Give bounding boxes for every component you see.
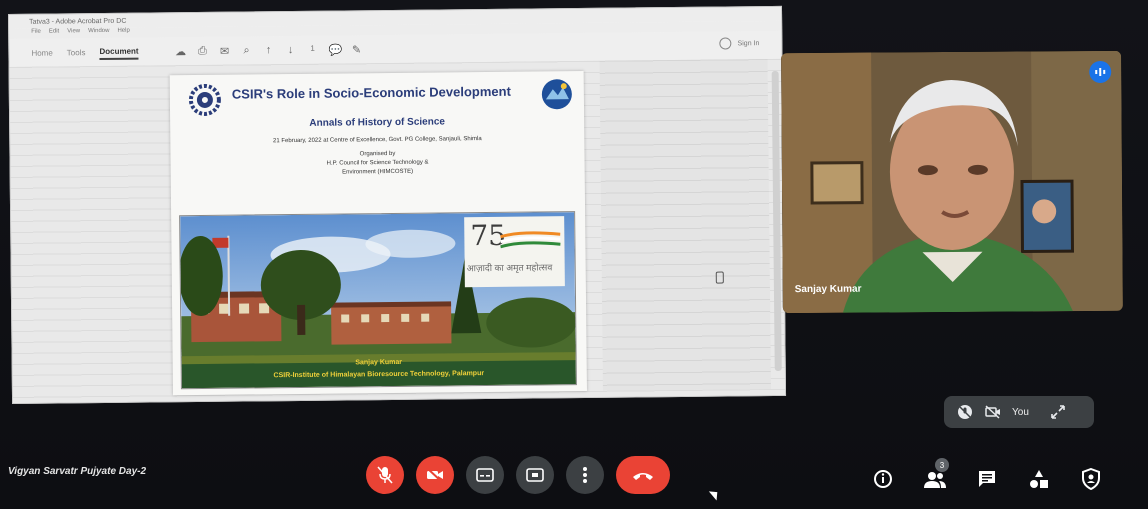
meeting-screen: Tatva3 - Adobe Acrobat Pro DC File Edit … xyxy=(0,0,1148,509)
shared-screen: Tatva3 - Adobe Acrobat Pro DC File Edit … xyxy=(8,5,787,404)
camera-toggle-button[interactable] xyxy=(416,456,454,494)
side-controls: 3 xyxy=(866,458,1108,496)
page-number[interactable]: 1 xyxy=(306,43,318,56)
chat-button[interactable] xyxy=(970,462,1004,496)
mouse-cursor-icon xyxy=(708,487,722,501)
institute-logo-icon xyxy=(541,79,572,110)
slide-title: CSIR's Role in Socio-Economic Developmen… xyxy=(231,83,511,102)
comment-icon[interactable]: 💬 xyxy=(328,43,342,56)
info-icon xyxy=(874,470,892,488)
participant-name: Sanjay Kumar xyxy=(794,283,862,296)
speaking-indicator-icon xyxy=(1089,60,1112,84)
chat-icon xyxy=(979,471,995,487)
camera-off-icon xyxy=(426,467,443,483)
pen-icon[interactable]: ✎ xyxy=(350,43,362,56)
hang-up-icon xyxy=(633,473,653,480)
camera-off-icon[interactable] xyxy=(984,403,1002,421)
sign-in-link[interactable]: Sign In xyxy=(738,40,760,47)
tricolour-icon xyxy=(500,231,561,249)
upload-icon[interactable]: ☁ xyxy=(174,45,186,58)
slide-subtitle: Annals of History of Science xyxy=(309,116,446,129)
present-screen-button[interactable] xyxy=(516,456,554,494)
more-vertical-icon xyxy=(583,467,587,483)
help-icon[interactable] xyxy=(719,37,732,50)
participant-video xyxy=(781,50,1123,314)
more-options-button[interactable] xyxy=(566,456,604,494)
self-view-label: You xyxy=(1012,406,1029,418)
tab-document[interactable]: Document xyxy=(99,44,139,60)
participant-tile[interactable]: Sanjay Kumar xyxy=(781,50,1123,314)
tab-home[interactable]: Home xyxy=(31,46,52,59)
participants-button[interactable]: 3 xyxy=(918,458,952,496)
search-icon[interactable]: ⌕ xyxy=(240,44,252,57)
ribbon-tools: ☁ ⎙ ✉ ⌕ ↑ ↓ 1 💬 ✎ xyxy=(174,43,362,58)
right-panel xyxy=(599,59,771,391)
captions-button[interactable] xyxy=(466,456,504,494)
host-controls-button[interactable] xyxy=(1074,462,1108,496)
mic-off-icon xyxy=(377,466,393,484)
azadi-hindi-text: आज़ादी का अमृत महोत्सव xyxy=(466,262,553,274)
shield-icon xyxy=(1082,468,1100,490)
call-controls xyxy=(366,456,670,494)
up-arrow-icon[interactable]: ↑ xyxy=(262,44,274,57)
activities-icon xyxy=(1030,470,1048,488)
present-icon xyxy=(526,468,544,482)
slide-event-detail: 21 February, 2022 at Centre of Excellenc… xyxy=(272,136,482,145)
mic-toggle-button[interactable] xyxy=(366,456,404,494)
captions-icon xyxy=(476,468,494,482)
down-arrow-icon[interactable]: ↓ xyxy=(284,43,296,56)
menu-item-help[interactable]: Help xyxy=(117,28,129,38)
mic-off-icon[interactable] xyxy=(956,403,974,421)
sign-in-area: Sign In xyxy=(719,37,760,50)
slide-organiser-line2: Environment (HIMCOSTE) xyxy=(342,168,414,176)
azadi-logo: 75 आज़ादी का अमृत महोत्सव xyxy=(464,216,565,288)
self-view-pill[interactable]: You xyxy=(944,396,1094,428)
menu-item-edit[interactable]: Edit xyxy=(49,28,59,38)
meeting-details-button[interactable] xyxy=(866,462,900,496)
expand-icon[interactable] xyxy=(1049,403,1067,421)
people-icon xyxy=(924,472,946,488)
tab-tools[interactable]: Tools xyxy=(67,46,86,59)
meeting-title: Vigyan Sarvatr Pujyate Day-2 xyxy=(8,466,147,477)
campus-photo: 75 आज़ादी का अमृत महोत्सव Sanjay Kumar C… xyxy=(179,211,577,390)
menu-item-file[interactable]: File xyxy=(31,29,41,39)
menu-item-view[interactable]: View xyxy=(67,28,80,38)
activities-button[interactable] xyxy=(1022,462,1056,496)
menu-item-window[interactable]: Window xyxy=(88,28,109,38)
participants-count-badge: 3 xyxy=(935,458,949,472)
mail-icon[interactable]: ✉ xyxy=(218,44,230,57)
document-cursor-icon xyxy=(715,271,724,284)
print-icon[interactable]: ⎙ xyxy=(196,44,208,57)
leave-call-button[interactable] xyxy=(616,456,670,494)
csir-logo-icon xyxy=(188,83,221,116)
presentation-slide: CSIR's Role in Socio-Economic Developmen… xyxy=(169,70,587,396)
